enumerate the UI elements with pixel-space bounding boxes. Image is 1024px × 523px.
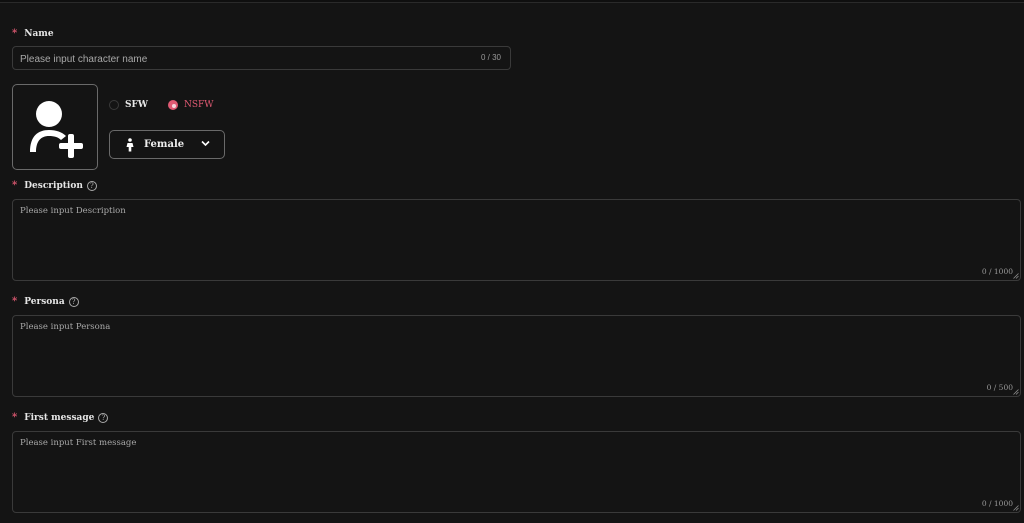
required-mark: * <box>12 412 18 423</box>
first-message-field[interactable]: 0 / 1000 <box>12 431 1021 513</box>
help-icon[interactable]: ? <box>86 180 97 191</box>
persona-label-row: * Persona ? <box>12 296 79 307</box>
name-field[interactable]: 0 / 30 <box>12 46 511 71</box>
gender-select[interactable]: Female <box>109 130 225 159</box>
persona-field[interactable]: 0 / 500 <box>12 315 1021 397</box>
description-field[interactable]: 0 / 1000 <box>12 199 1021 281</box>
description-label-row: * Description ? <box>12 180 97 191</box>
radio-nsfw-dot[interactable] <box>168 100 178 110</box>
top-divider <box>0 0 1024 3</box>
required-mark: * <box>12 296 18 307</box>
required-mark: * <box>12 180 18 191</box>
character-form-page: * Name 0 / 30 SFW NSFW <box>0 0 1024 523</box>
first-message-label-row: * First message ? <box>12 412 109 423</box>
name-label-row: * Name <box>12 28 54 39</box>
radio-sfw[interactable]: SFW <box>109 100 148 110</box>
resize-handle-icon[interactable] <box>1013 389 1019 395</box>
description-label: Description <box>24 180 83 191</box>
resize-handle-icon[interactable] <box>1013 273 1019 279</box>
required-mark: * <box>12 28 18 39</box>
female-person-icon <box>126 137 134 152</box>
persona-textarea[interactable] <box>13 316 1020 396</box>
persona-label: Persona <box>24 296 65 307</box>
description-textarea[interactable] <box>13 200 1020 280</box>
name-input[interactable] <box>13 48 453 71</box>
first-message-textarea[interactable] <box>13 432 1020 512</box>
help-icon[interactable]: ? <box>98 412 109 423</box>
add-user-icon <box>30 101 83 158</box>
first-message-label: First message <box>24 412 95 423</box>
radio-sfw-dot[interactable] <box>109 100 119 110</box>
persona-counter: 0 / 500 <box>986 383 1013 392</box>
description-counter: 0 / 1000 <box>981 267 1013 276</box>
gender-select-value: Female <box>144 139 185 150</box>
avatar-upload[interactable] <box>12 84 98 170</box>
resize-handle-icon[interactable] <box>1013 505 1019 511</box>
help-icon[interactable]: ? <box>68 296 79 307</box>
radio-sfw-label: SFW <box>125 100 148 110</box>
name-label: Name <box>24 28 54 39</box>
chevron-down-icon <box>201 139 210 151</box>
first-message-counter: 0 / 1000 <box>981 499 1013 508</box>
content-rating-radio-group: SFW NSFW <box>109 100 234 110</box>
radio-nsfw-label: NSFW <box>184 100 214 110</box>
name-counter: 0 / 30 <box>480 53 501 62</box>
radio-nsfw[interactable]: NSFW <box>168 100 214 110</box>
